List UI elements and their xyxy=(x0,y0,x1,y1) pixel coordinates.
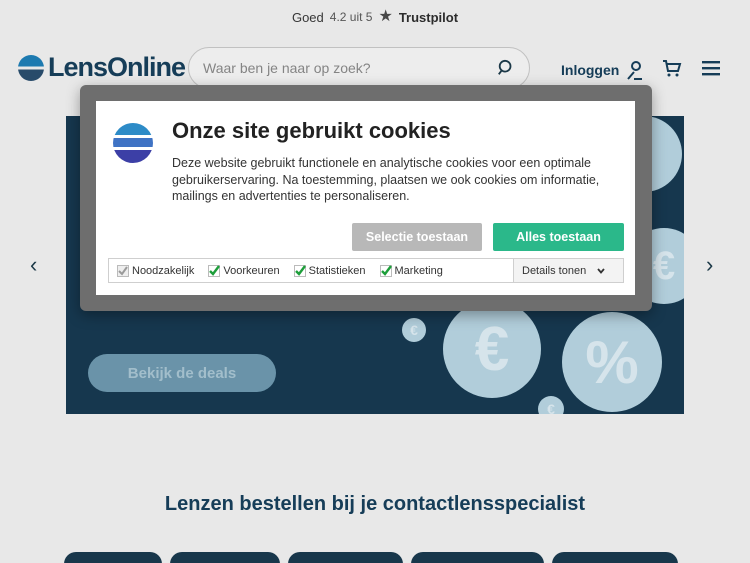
cookie-description: Deze website gebruikt functionele en ana… xyxy=(172,156,600,203)
cookie-title: Onze site gebruikt cookies xyxy=(172,118,451,143)
option-label: Noodzakelijk xyxy=(132,264,195,277)
chevron-down-icon xyxy=(597,267,605,274)
option-label: Voorkeuren xyxy=(223,264,280,277)
option-marketing[interactable]: Marketing xyxy=(379,264,443,277)
checkmark-icon xyxy=(208,264,221,277)
consent-options: Noodzakelijk Voorkeuren Statistieken Mar… xyxy=(108,258,624,283)
cookie-dialog: Onze site gebruikt cookies Deze website … xyxy=(96,101,635,295)
option-label: Statistieken xyxy=(308,264,366,277)
checkmark-icon xyxy=(379,264,392,277)
allow-all-button[interactable]: Alles toestaan xyxy=(493,223,624,251)
option-label: Marketing xyxy=(394,264,443,277)
option-necessary[interactable]: Noodzakelijk xyxy=(117,264,195,277)
checkmark-icon xyxy=(293,264,306,277)
cookie-dialog-frame: Onze site gebruikt cookies Deze website … xyxy=(80,85,652,311)
show-details-button[interactable]: Details tonen xyxy=(513,259,623,282)
details-label: Details tonen xyxy=(522,264,587,277)
checkmark-disabled-icon xyxy=(117,264,129,277)
option-preferences[interactable]: Voorkeuren xyxy=(208,264,280,277)
cookiebot-logo-icon xyxy=(113,123,153,163)
allow-selection-button[interactable]: Selectie toestaan xyxy=(352,223,482,251)
option-statistics[interactable]: Statistieken xyxy=(293,264,366,277)
